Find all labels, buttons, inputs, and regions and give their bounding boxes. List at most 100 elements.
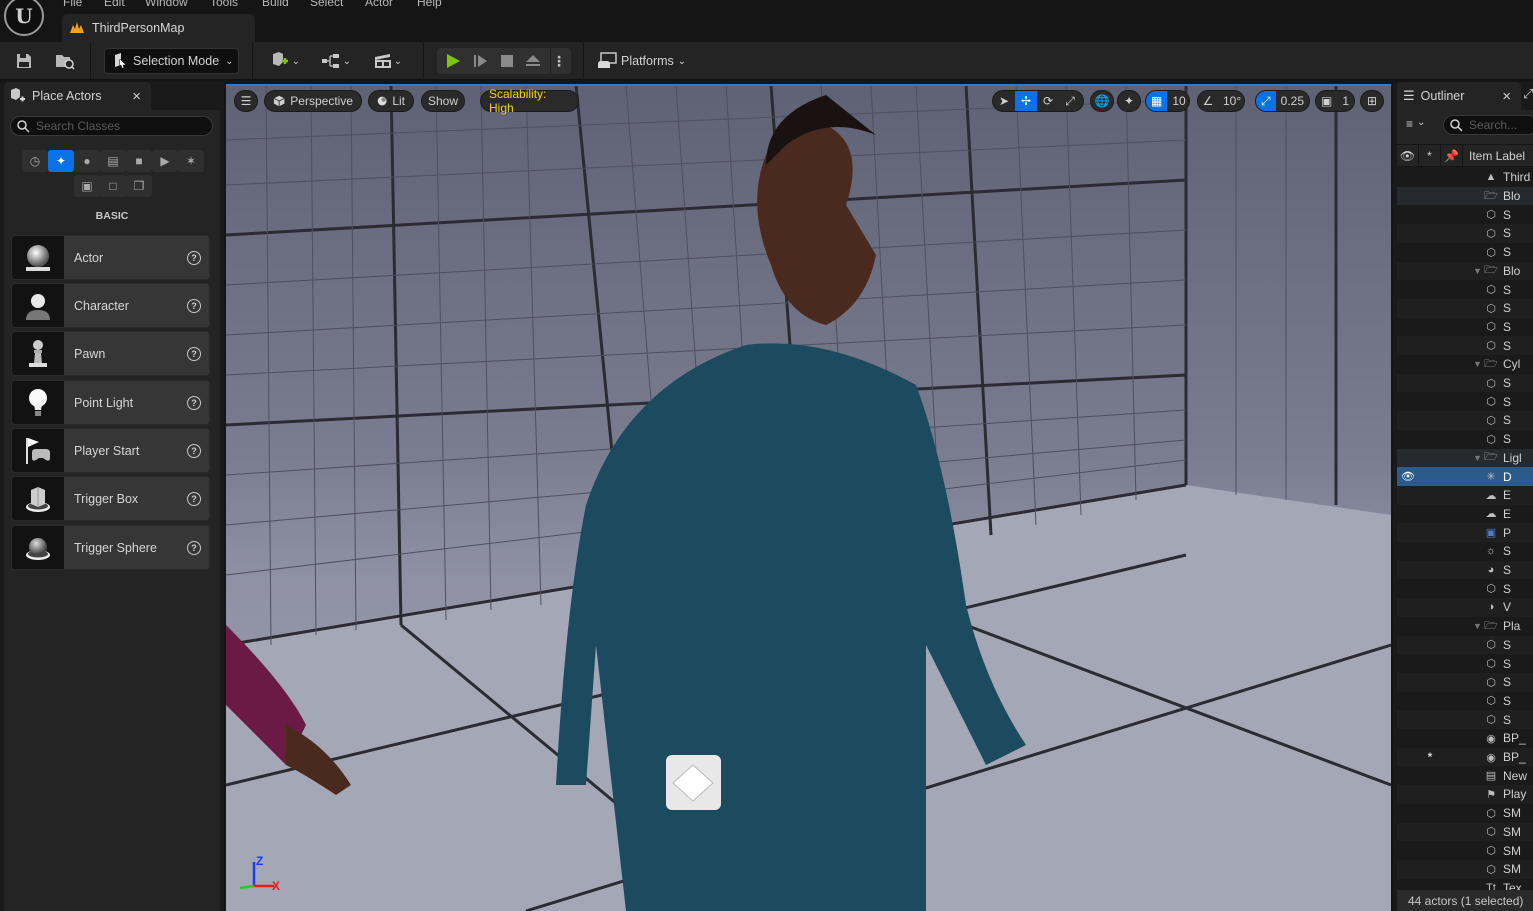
- outliner-row[interactable]: ⬡ S: [1397, 710, 1533, 729]
- outliner-row[interactable]: ⬡ S: [1397, 692, 1533, 711]
- outliner-folder-row[interactable]: ▼ 🗁 Blo: [1397, 261, 1533, 281]
- outliner-row[interactable]: ⬡ S: [1397, 205, 1533, 224]
- expand-arrow-icon[interactable]: ▼: [1473, 621, 1483, 631]
- outliner-row[interactable]: ☁ E: [1397, 505, 1533, 524]
- outliner-row[interactable]: ◉ BP_: [1397, 729, 1533, 748]
- outliner-row[interactable]: ▣ P: [1397, 523, 1533, 542]
- outliner-row[interactable]: ⬡ S: [1397, 672, 1533, 692]
- quick-add-button[interactable]: ⌄: [266, 50, 304, 72]
- outliner-tab[interactable]: ☰ Outliner ×: [1397, 82, 1521, 110]
- outliner-row[interactable]: ⬡ S: [1397, 318, 1533, 337]
- scale-snap-toggle[interactable]: ⤢: [1256, 91, 1276, 111]
- outliner-row[interactable]: ⬡ S: [1397, 392, 1533, 411]
- outliner-folder-row[interactable]: ▼ 🗁 Pla: [1397, 617, 1533, 636]
- close-icon[interactable]: ×: [132, 88, 141, 105]
- grid-snap-toggle[interactable]: ▦: [1146, 91, 1168, 111]
- menu-actor[interactable]: Actor: [365, 0, 393, 9]
- outliner-row[interactable]: ▤ New: [1397, 766, 1533, 785]
- outliner-row[interactable]: ☁ E: [1397, 485, 1533, 505]
- expand-arrow-icon[interactable]: ▼: [1473, 453, 1483, 463]
- outliner-row[interactable]: 👁 ✳ D: [1397, 467, 1533, 486]
- place-actors-tab[interactable]: Place Actors ×: [4, 82, 151, 110]
- outliner-row[interactable]: ⚑ Play: [1397, 785, 1533, 804]
- outliner-row[interactable]: ⬡ SM: [1397, 841, 1533, 860]
- scale-tool[interactable]: ⤢: [1059, 91, 1081, 111]
- outliner-row[interactable]: ⬡ S: [1397, 430, 1533, 449]
- menu-build[interactable]: Build: [262, 0, 289, 9]
- outliner-row[interactable]: ⬡ S: [1397, 654, 1533, 673]
- menu-tools[interactable]: Tools: [210, 0, 238, 9]
- help-icon[interactable]: ?: [187, 250, 201, 265]
- category-basic[interactable]: ✦: [48, 150, 74, 172]
- menu-select[interactable]: Select: [310, 0, 343, 9]
- outliner-folder-row[interactable]: ▼ 🗁 Cyl: [1397, 355, 1533, 374]
- outliner-row[interactable]: ⬡ S: [1397, 336, 1533, 355]
- help-icon[interactable]: ?: [187, 443, 201, 458]
- outliner-row[interactable]: ⬡ S: [1397, 635, 1533, 655]
- details-tab-icon[interactable]: ⤢: [1523, 86, 1533, 102]
- outliner-row[interactable]: ⬡ S: [1397, 298, 1533, 318]
- menu-help[interactable]: Help: [417, 0, 442, 9]
- expand-arrow-icon[interactable]: ▼: [1473, 266, 1483, 276]
- menu-edit[interactable]: Edit: [104, 0, 125, 9]
- selection-mode-dropdown[interactable]: Selection Mode ⌄: [104, 48, 239, 74]
- expand-arrow-icon[interactable]: ▼: [1473, 359, 1483, 369]
- menu-window[interactable]: Window: [145, 0, 188, 9]
- level-tab[interactable]: ThirdPersonMap: [62, 14, 255, 42]
- show-button[interactable]: Show: [421, 90, 465, 112]
- outliner-folder-row[interactable]: 🗁 Blo: [1397, 186, 1533, 206]
- outliner-row[interactable]: ⬡ S: [1397, 280, 1533, 299]
- outliner-row[interactable]: ▲ Third: [1397, 168, 1533, 187]
- outliner-row[interactable]: ⬡ S: [1397, 243, 1533, 262]
- category-all-classes[interactable]: ✶: [178, 150, 204, 172]
- outliner-row[interactable]: ◕ S: [1397, 560, 1533, 580]
- play-options-button[interactable]: ⋮: [552, 50, 566, 72]
- outliner-row[interactable]: ⬡ S: [1397, 373, 1533, 393]
- eject-button[interactable]: [522, 50, 544, 72]
- menu-file[interactable]: File: [63, 0, 82, 9]
- outliner-row[interactable]: * ◉ BP_: [1397, 747, 1533, 767]
- grid-snap-value[interactable]: 10: [1167, 91, 1189, 111]
- level-viewport[interactable]: [226, 85, 1391, 911]
- actor-item-point-light[interactable]: Point Light ?: [11, 380, 210, 425]
- save-button[interactable]: [12, 50, 36, 72]
- scale-snap-value[interactable]: 0.25: [1276, 91, 1309, 111]
- help-icon[interactable]: ?: [187, 395, 201, 410]
- favorite-column[interactable]: *: [1419, 144, 1441, 167]
- perspective-button[interactable]: Perspective: [264, 90, 362, 112]
- scalability-button[interactable]: Scalability: High: [480, 87, 579, 115]
- search-classes-input[interactable]: Search Classes: [10, 116, 213, 136]
- close-icon[interactable]: ×: [1502, 88, 1511, 105]
- category-shapes[interactable]: ▣: [74, 175, 100, 197]
- outliner-row[interactable]: ☼ S: [1397, 542, 1533, 561]
- category-copies[interactable]: ❐: [126, 175, 152, 197]
- category-visual-effects[interactable]: ■: [126, 150, 152, 172]
- outliner-row[interactable]: ⬡ S: [1397, 224, 1533, 243]
- outliner-row[interactable]: ⬡ SM: [1397, 822, 1533, 842]
- pin-column[interactable]: 📌: [1441, 144, 1463, 167]
- outliner-row[interactable]: ⬡ SM: [1397, 804, 1533, 823]
- blueprint-button[interactable]: ⌄: [318, 50, 354, 72]
- actor-item-pawn[interactable]: Pawn ?: [11, 331, 210, 376]
- outliner-row[interactable]: ⬡ SM: [1397, 859, 1533, 879]
- surface-snapping-button[interactable]: ✦: [1117, 90, 1141, 112]
- actor-item-trigger-sphere[interactable]: Trigger Sphere ?: [11, 525, 210, 570]
- viewport-menu-button[interactable]: ☰: [234, 90, 258, 112]
- rotation-snap-toggle[interactable]: ∠: [1198, 91, 1218, 111]
- translate-tool[interactable]: ✢: [1015, 91, 1037, 111]
- rotate-tool[interactable]: ⟳: [1037, 91, 1059, 111]
- filter-button[interactable]: ≡ ⌄: [1406, 117, 1425, 131]
- actor-item-actor[interactable]: Actor ?: [11, 235, 210, 280]
- viewport-layout-button[interactable]: ⊞: [1360, 90, 1384, 112]
- help-icon[interactable]: ?: [187, 491, 201, 506]
- world-local-toggle[interactable]: 🌐: [1090, 90, 1114, 112]
- outliner-folder-row[interactable]: ▼ 🗁 Ligl: [1397, 448, 1533, 468]
- category-cinematic[interactable]: ▤: [100, 150, 126, 172]
- stop-button[interactable]: [496, 50, 518, 72]
- category-geometry[interactable]: ▶: [152, 150, 178, 172]
- category-lights[interactable]: ●: [74, 150, 100, 172]
- cinematics-button[interactable]: ⌄: [370, 50, 406, 72]
- help-icon[interactable]: ?: [187, 298, 201, 313]
- category-box[interactable]: □: [100, 175, 126, 197]
- rotation-snap-value[interactable]: 10°: [1218, 91, 1244, 111]
